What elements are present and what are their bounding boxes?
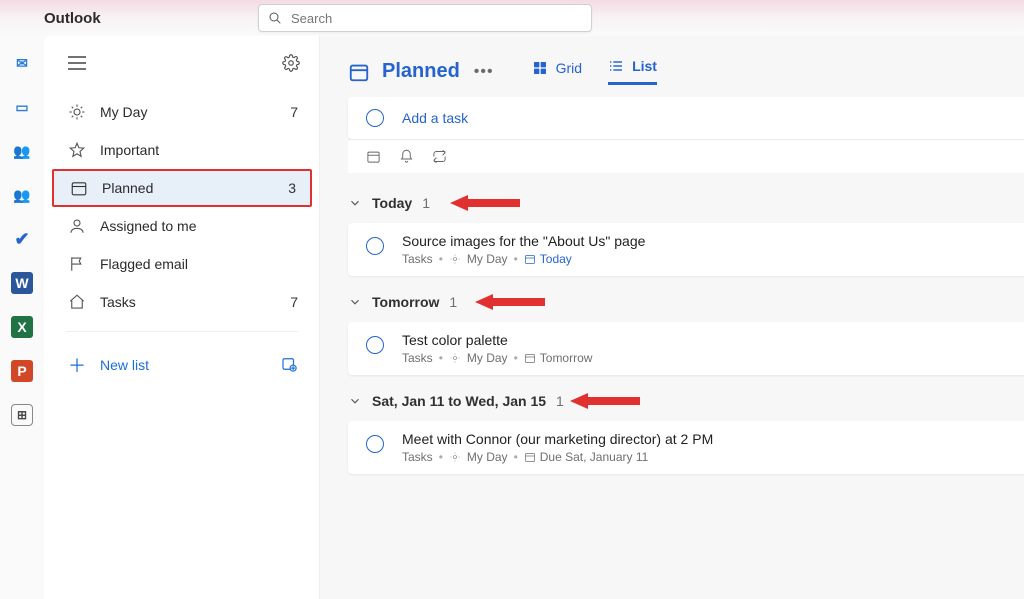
task-meta: Tasks• My Day• Tomorrow xyxy=(402,351,592,365)
nav-label: My Day xyxy=(100,104,290,120)
annotation-arrow-icon xyxy=(570,391,640,411)
search-box[interactable] xyxy=(258,4,592,32)
repeat-icon[interactable] xyxy=(432,149,447,164)
nav-label: Tasks xyxy=(100,294,290,310)
view-grid-label: Grid xyxy=(556,60,582,76)
add-task-row[interactable]: Add a task xyxy=(348,97,1024,139)
home-icon xyxy=(68,293,86,311)
group-header-daterange[interactable]: Sat, Jan 11 to Wed, Jan 15 1 xyxy=(320,385,1024,417)
task-row[interactable]: Source images for the "About Us" page Ta… xyxy=(348,223,1024,276)
star-icon xyxy=(68,141,86,159)
people-icon[interactable]: 👥 xyxy=(11,140,33,162)
word-icon[interactable]: W xyxy=(11,272,33,294)
plus-icon: ＋ xyxy=(68,352,86,378)
annotation-arrow-icon xyxy=(475,292,545,312)
view-list-button[interactable]: List xyxy=(608,58,657,85)
teams-icon[interactable]: 👥 xyxy=(11,184,33,206)
complete-circle-icon[interactable] xyxy=(366,435,384,453)
person-icon xyxy=(68,217,86,235)
calendar-icon xyxy=(524,253,536,265)
sidebar-item-assigned[interactable]: Assigned to me xyxy=(44,207,320,245)
mail-icon[interactable]: ✉ xyxy=(11,52,33,74)
sun-icon xyxy=(449,253,461,265)
task-title: Meet with Connor (our marketing director… xyxy=(402,431,713,447)
nav-label: Planned xyxy=(102,180,288,196)
app-rail: ✉ ▭ 👥 👥 ✔ W X P ⊞ xyxy=(0,36,44,599)
group-header-tomorrow[interactable]: Tomorrow 1 xyxy=(320,286,1024,318)
sidebar: My Day 7 Important Planned 3 Assigned to… xyxy=(44,36,320,599)
complete-circle-icon[interactable] xyxy=(366,336,384,354)
sidebar-divider xyxy=(66,331,298,332)
new-list-label: New list xyxy=(100,357,149,373)
calendar-icon xyxy=(524,352,536,364)
sidebar-item-planned[interactable]: Planned 3 xyxy=(52,169,312,207)
new-list-button[interactable]: ＋ New list xyxy=(44,342,320,388)
nav-count: 7 xyxy=(290,104,298,120)
nav-count: 7 xyxy=(290,294,298,310)
task-meta: Tasks• My Day• Due Sat, January 11 xyxy=(402,450,713,464)
reminder-icon[interactable] xyxy=(399,149,414,164)
chevron-down-icon xyxy=(348,394,362,408)
sidebar-item-tasks[interactable]: Tasks 7 xyxy=(44,283,320,321)
chevron-down-icon xyxy=(348,295,362,309)
view-grid-button[interactable]: Grid xyxy=(532,58,582,85)
page-title: Planned xyxy=(382,60,460,83)
nav-count: 3 xyxy=(288,180,296,196)
group-count: 1 xyxy=(422,195,430,211)
todo-icon[interactable]: ✔ xyxy=(11,228,33,250)
app-title: Outlook xyxy=(44,10,101,27)
group-count: 1 xyxy=(556,393,564,409)
chevron-down-icon xyxy=(348,196,362,210)
task-title: Source images for the "About Us" page xyxy=(402,233,645,249)
task-row[interactable]: Meet with Connor (our marketing director… xyxy=(348,421,1024,474)
task-row[interactable]: Test color palette Tasks• My Day• Tomorr… xyxy=(348,322,1024,375)
search-input[interactable] xyxy=(291,11,583,26)
nav-label: Important xyxy=(100,142,298,158)
search-icon xyxy=(267,10,283,26)
view-list-label: List xyxy=(632,58,657,74)
planned-icon xyxy=(348,61,370,83)
group-count: 1 xyxy=(449,294,457,310)
sidebar-item-flagged[interactable]: Flagged email xyxy=(44,245,320,283)
main-pane: Planned ••• Grid List Add a task Today 1 xyxy=(320,36,1024,599)
excel-icon[interactable]: X xyxy=(11,316,33,338)
powerpoint-icon[interactable]: P xyxy=(11,360,33,382)
task-meta: Tasks• My Day• Today xyxy=(402,252,645,266)
task-title: Test color palette xyxy=(402,332,592,348)
add-task-circle-icon xyxy=(366,109,384,127)
sidebar-item-my-day[interactable]: My Day 7 xyxy=(44,93,320,131)
sun-icon xyxy=(449,352,461,364)
add-task-options xyxy=(348,139,1024,173)
sun-icon xyxy=(449,451,461,463)
complete-circle-icon[interactable] xyxy=(366,237,384,255)
due-date-icon[interactable] xyxy=(366,149,381,164)
new-group-icon[interactable] xyxy=(280,355,298,376)
settings-icon[interactable] xyxy=(282,54,300,77)
calendar-plan-icon xyxy=(70,179,88,197)
group-label: Tomorrow xyxy=(372,294,439,310)
group-label: Today xyxy=(372,195,412,211)
sidebar-item-important[interactable]: Important xyxy=(44,131,320,169)
group-label: Sat, Jan 11 to Wed, Jan 15 xyxy=(372,393,546,409)
nav-label: Flagged email xyxy=(100,256,298,272)
group-header-today[interactable]: Today 1 xyxy=(320,187,1024,219)
flag-icon xyxy=(68,255,86,273)
calendar-icon xyxy=(524,451,536,463)
annotation-arrow-icon xyxy=(450,193,520,213)
more-options-icon[interactable]: ••• xyxy=(474,63,494,81)
calendar-icon[interactable]: ▭ xyxy=(11,96,33,118)
more-apps-icon[interactable]: ⊞ xyxy=(11,404,33,426)
nav-label: Assigned to me xyxy=(100,218,298,234)
hamburger-icon[interactable] xyxy=(68,56,86,75)
sun-icon xyxy=(68,103,86,121)
add-task-label: Add a task xyxy=(402,110,468,126)
